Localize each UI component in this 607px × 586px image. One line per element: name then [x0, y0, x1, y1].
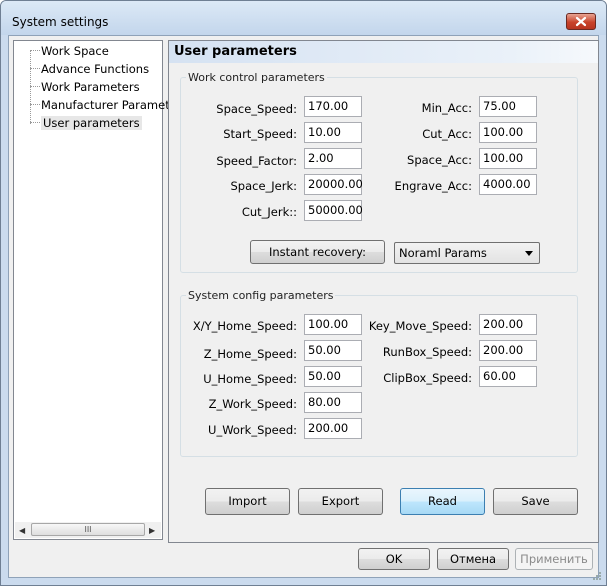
space-jerk-label: Space_Jerk:: [230, 179, 297, 193]
u-work-speed-label: U_Work_Speed:: [208, 423, 297, 437]
engrave-acc-input[interactable]: 4000.00: [479, 174, 537, 195]
cut-acc-label: Cut_Acc:: [422, 127, 472, 141]
speed-factor-label: Speed_Factor:: [216, 154, 297, 168]
close-button[interactable]: [566, 13, 596, 30]
clipbox-speed-label: ClipBox_Speed:: [383, 371, 472, 385]
space-jerk-input[interactable]: 20000.00: [304, 174, 363, 195]
cancel-button[interactable]: Отмена: [437, 548, 509, 570]
key-move-speed-input[interactable]: 200.00: [479, 314, 537, 335]
settings-tree: Work Space Advance Functions Work Parame…: [13, 40, 170, 540]
clipbox-speed-input[interactable]: 60.00: [479, 366, 537, 387]
key-move-speed-label: Key_Move_Speed:: [368, 319, 472, 333]
tree-item-manufacturer-parameters[interactable]: Manufacturer Paramet: [41, 97, 170, 113]
tree-item-work-space[interactable]: Work Space: [41, 43, 109, 59]
start-speed-input[interactable]: 10.00: [304, 122, 362, 143]
u-home-speed-label: U_Home_Speed:: [203, 372, 297, 386]
z-home-speed-input[interactable]: 50.00: [304, 340, 362, 361]
params-select-value: Noraml Params: [399, 246, 487, 260]
runbox-speed-label: RunBox_Speed:: [382, 345, 472, 359]
u-home-speed-input[interactable]: 50.00: [304, 366, 362, 387]
instant-recovery-button[interactable]: Instant recovery:: [250, 240, 385, 264]
close-icon: [575, 16, 587, 27]
system-config-group-label: System config parameters: [186, 289, 336, 302]
save-button[interactable]: Save: [493, 488, 578, 515]
z-home-speed-label: Z_Home_Speed:: [203, 347, 297, 361]
engrave-acc-label: Engrave_Acc:: [394, 179, 472, 193]
xy-home-speed-input[interactable]: 100.00: [304, 314, 362, 335]
tree-item-work-parameters[interactable]: Work Parameters: [41, 79, 140, 95]
min-acc-label: Min_Acc:: [421, 101, 472, 115]
start-speed-label: Start_Speed:: [223, 127, 297, 141]
resize-grip-icon[interactable]: [592, 571, 602, 581]
apply-button[interactable]: Применить: [515, 548, 593, 570]
tree-connector: [30, 50, 31, 124]
tree-item-user-parameters[interactable]: User parameters: [41, 115, 142, 131]
runbox-speed-input[interactable]: 200.00: [479, 340, 537, 361]
z-work-speed-label: Z_Work_Speed:: [208, 397, 297, 411]
work-control-group-label: Work control parameters: [186, 71, 327, 84]
u-work-speed-input[interactable]: 200.00: [304, 418, 362, 439]
space-speed-input[interactable]: 170.00: [304, 96, 362, 117]
read-button[interactable]: Read: [400, 488, 485, 515]
tree-item-label: User parameters: [41, 116, 142, 130]
ok-button[interactable]: OK: [358, 548, 430, 570]
space-acc-input[interactable]: 100.00: [479, 148, 537, 169]
xy-home-speed-label: X/Y_Home_Speed:: [192, 319, 297, 333]
space-speed-label: Space_Speed:: [216, 102, 297, 116]
title-bar: System settings: [1, 1, 606, 35]
cut-jerk-label: Cut_Jerk::: [241, 205, 297, 219]
z-work-speed-input[interactable]: 80.00: [304, 392, 362, 413]
space-acc-label: Space_Acc:: [407, 153, 472, 167]
speed-factor-input[interactable]: 2.00: [304, 148, 362, 169]
dropdown-arrow-icon: [525, 251, 533, 256]
cut-acc-input[interactable]: 100.00: [479, 122, 537, 143]
export-button[interactable]: Export: [298, 488, 383, 515]
scroll-thumb[interactable]: III: [31, 523, 145, 536]
scroll-left-icon[interactable]: ◀: [19, 526, 25, 535]
tree-item-advance-functions[interactable]: Advance Functions: [41, 61, 149, 77]
scroll-right-icon[interactable]: ▶: [149, 526, 155, 535]
tree-horizontal-scrollbar[interactable]: ◀ III ▶: [15, 522, 161, 538]
cut-jerk-input[interactable]: 50000.00: [304, 200, 363, 221]
panel-title: User parameters: [169, 41, 598, 63]
min-acc-input[interactable]: 75.00: [479, 96, 537, 117]
import-button[interactable]: Import: [205, 488, 290, 515]
window-title: System settings: [12, 15, 109, 29]
params-select[interactable]: Noraml Params: [394, 242, 540, 264]
